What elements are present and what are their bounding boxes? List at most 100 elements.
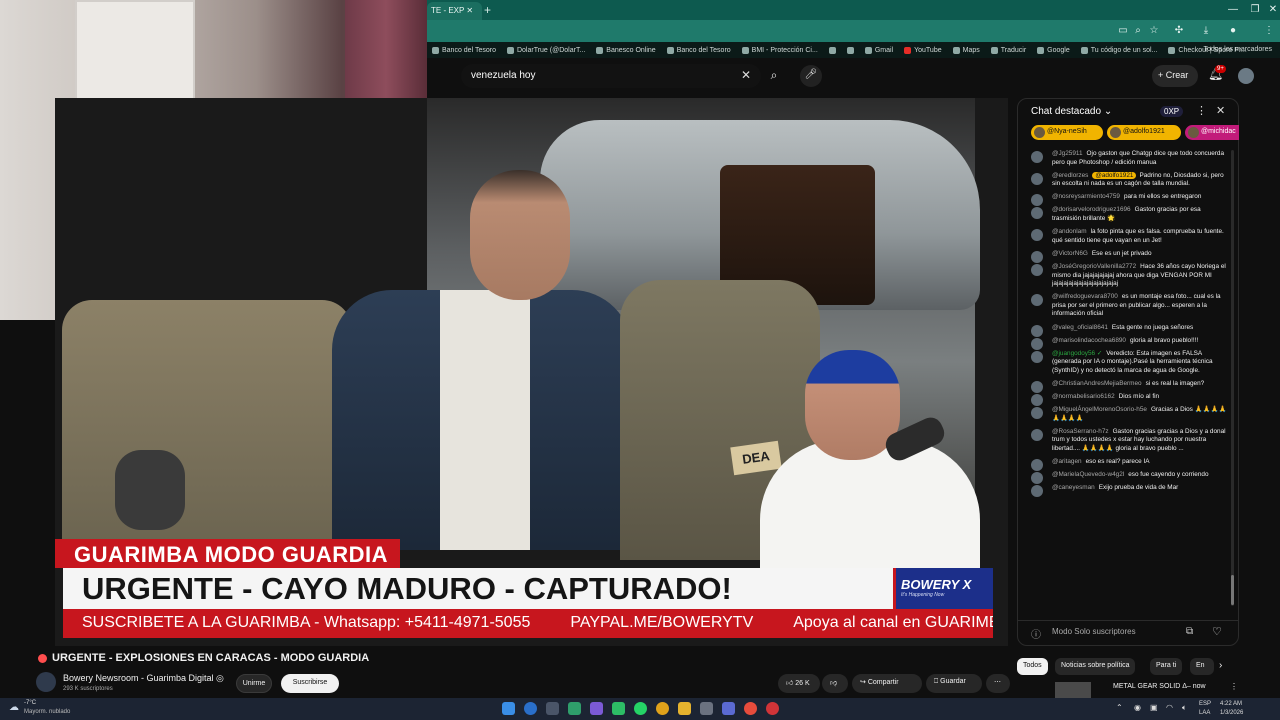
avatar[interactable] xyxy=(1031,194,1043,207)
bookmark-item[interactable]: Gmail xyxy=(864,46,893,54)
start-icon[interactable] xyxy=(502,702,515,715)
pinned-user-pill[interactable]: @Nya-neSih xyxy=(1031,125,1103,140)
download-icon[interactable]: ⤓ xyxy=(1199,25,1213,36)
clear-search-icon[interactable]: ✕ xyxy=(741,68,751,82)
chat-author[interactable]: @valeg_oficial8641 xyxy=(1052,324,1108,331)
avatar[interactable] xyxy=(1031,380,1043,393)
account-avatar[interactable] xyxy=(1238,68,1254,84)
chip-todos[interactable]: Todos xyxy=(1017,658,1048,675)
avatar[interactable] xyxy=(1031,229,1043,242)
avatar[interactable] xyxy=(1031,428,1043,441)
chat-author[interactable]: @andonlam xyxy=(1052,228,1087,235)
chip-politica[interactable]: Noticias sobre política xyxy=(1055,658,1136,675)
chat-author[interactable]: @MiguelÁngelMorenoOsorio-h5e xyxy=(1052,406,1147,413)
chat-close-icon[interactable]: ✕ xyxy=(1216,104,1225,117)
chat-author[interactable]: @dorisarvelorodriguez1696 xyxy=(1052,206,1131,213)
clock-date[interactable]: 1/3/2026 xyxy=(1220,710,1243,716)
bookmark-item[interactable]: Tu código de un sol... xyxy=(1080,46,1157,54)
weather-desc[interactable]: Mayorm. nublado xyxy=(24,709,70,715)
chat-author[interactable]: @wilfredoguevara8700 xyxy=(1052,293,1118,300)
weather-cloud-icon[interactable]: ☁ xyxy=(9,702,19,713)
bookmark-item[interactable]: DolarTrue (@DolarT... xyxy=(506,46,585,54)
bookmark-item[interactable]: Maps xyxy=(952,46,980,54)
channel-avatar[interactable] xyxy=(36,672,56,692)
app-icon[interactable] xyxy=(700,702,713,715)
avatar[interactable] xyxy=(1031,394,1043,407)
wifi-icon[interactable]: ◠ xyxy=(1166,703,1173,712)
weather-temp[interactable]: -7°C xyxy=(24,700,36,706)
avatar[interactable] xyxy=(1031,250,1043,263)
edge-icon[interactable] xyxy=(524,702,537,715)
chat-more-icon[interactable]: ⋮ xyxy=(1196,104,1207,117)
chat-scrollbar[interactable] xyxy=(1231,150,1234,606)
cast-icon[interactable]: ▭ xyxy=(1116,25,1130,36)
chip-more[interactable]: En xyxy=(1190,658,1214,675)
app-icon[interactable] xyxy=(722,702,735,715)
chat-scrollbar-thumb[interactable] xyxy=(1231,575,1234,605)
bookmark-item[interactable]: Banesco Online xyxy=(596,46,656,54)
xp-badge[interactable]: 0XP xyxy=(1160,106,1184,117)
bookmark-item[interactable]: YouTube xyxy=(904,46,942,54)
chat-author[interactable]: @eredlorzes xyxy=(1052,172,1088,179)
chat-author[interactable]: @MarielaQuevedo-w4g2l xyxy=(1052,471,1124,478)
app-icon[interactable] xyxy=(744,702,757,715)
close-window-button[interactable]: ✕ xyxy=(1262,4,1280,15)
volume-icon[interactable]: 🔈︎ xyxy=(1182,703,1187,713)
bookmark-item[interactable]: BMI - Protección Ci... xyxy=(741,46,818,54)
app-icon[interactable] xyxy=(590,702,603,715)
app-icon[interactable] xyxy=(568,702,581,715)
avatar[interactable] xyxy=(1031,472,1043,485)
bookmark-item[interactable]: Traducir xyxy=(990,46,1026,54)
microphone-icon[interactable]: 🎤︎ xyxy=(800,65,822,87)
chat-author[interactable]: @nosreysarmiento4759 xyxy=(1052,193,1120,200)
bookmark-star-icon[interactable]: ☆ xyxy=(1147,25,1161,36)
search-input[interactable]: venezuela hoy xyxy=(461,64,761,88)
avatar[interactable] xyxy=(1031,172,1043,185)
bookmark-item[interactable] xyxy=(828,46,836,54)
bookmark-item[interactable]: Banco del Tesoro xyxy=(432,46,496,54)
join-button[interactable]: Unirme xyxy=(236,674,272,693)
chat-author[interactable]: @aritagen xyxy=(1052,458,1082,465)
bookmark-item[interactable]: Banco del Tesoro xyxy=(666,46,731,54)
bookmark-item[interactable] xyxy=(846,46,854,54)
profile-icon[interactable]: ● xyxy=(1226,25,1240,36)
avatar[interactable] xyxy=(1031,324,1043,337)
avatar[interactable] xyxy=(1031,337,1043,350)
recommended-thumbnail[interactable] xyxy=(1055,682,1091,698)
folder-icon[interactable] xyxy=(678,702,691,715)
subscribe-button[interactable]: Suscribirse xyxy=(281,674,339,693)
input-language[interactable]: ESP xyxy=(1199,701,1211,707)
tray-chevron-up-icon[interactable]: ⌃ xyxy=(1116,703,1123,712)
whatsapp-icon[interactable] xyxy=(634,702,647,715)
menu-icon[interactable]: ⋮ xyxy=(1262,25,1276,36)
chip-para-ti[interactable]: Para ti xyxy=(1150,658,1183,675)
bookmark-item[interactable]: Google xyxy=(1037,46,1070,54)
chat-author[interactable]: @JoséGregorioVallenilla2772 xyxy=(1052,263,1136,270)
chat-author[interactable]: @VictorN6G xyxy=(1052,250,1088,257)
chrome-icon[interactable] xyxy=(656,702,669,715)
recommended-title[interactable]: METAL GEAR SOLID Δ– now xyxy=(1113,683,1206,690)
app-icon[interactable] xyxy=(546,702,559,715)
app-icon[interactable] xyxy=(612,702,625,715)
chat-author[interactable]: @caneyesman xyxy=(1052,484,1095,491)
tray-icon[interactable]: ▣ xyxy=(1150,703,1158,712)
app-icon[interactable] xyxy=(766,702,779,715)
dislike-button[interactable]: 👎︎ xyxy=(822,674,848,693)
browser-tab[interactable]: TE - EXP ✕ xyxy=(427,2,482,20)
create-button[interactable]: + Crear xyxy=(1152,65,1198,87)
zoom-icon[interactable]: ⌕ xyxy=(1131,25,1145,36)
chat-author[interactable]: @RosaSerrano-h7z xyxy=(1052,428,1109,435)
avatar[interactable] xyxy=(1031,263,1043,276)
avatar[interactable] xyxy=(1031,151,1043,163)
avatar[interactable] xyxy=(1031,407,1043,420)
input-layout[interactable]: LAA xyxy=(1199,710,1210,716)
all-bookmarks-folder[interactable]: Todos los marcadores xyxy=(1204,46,1272,53)
new-tab-button[interactable]: + xyxy=(484,3,491,17)
avatar[interactable] xyxy=(1031,350,1043,363)
avatar[interactable] xyxy=(1031,207,1043,220)
pinned-user-pill[interactable]: @adolfo1921 xyxy=(1107,125,1181,140)
chat-author[interactable]: @juangodoy56 ✓ xyxy=(1052,350,1102,357)
chat-mode-dropdown[interactable]: Chat destacado ⌄ xyxy=(1031,106,1112,117)
avatar[interactable] xyxy=(1031,459,1043,472)
like-button[interactable]: 👍︎ 26 K xyxy=(778,674,820,693)
